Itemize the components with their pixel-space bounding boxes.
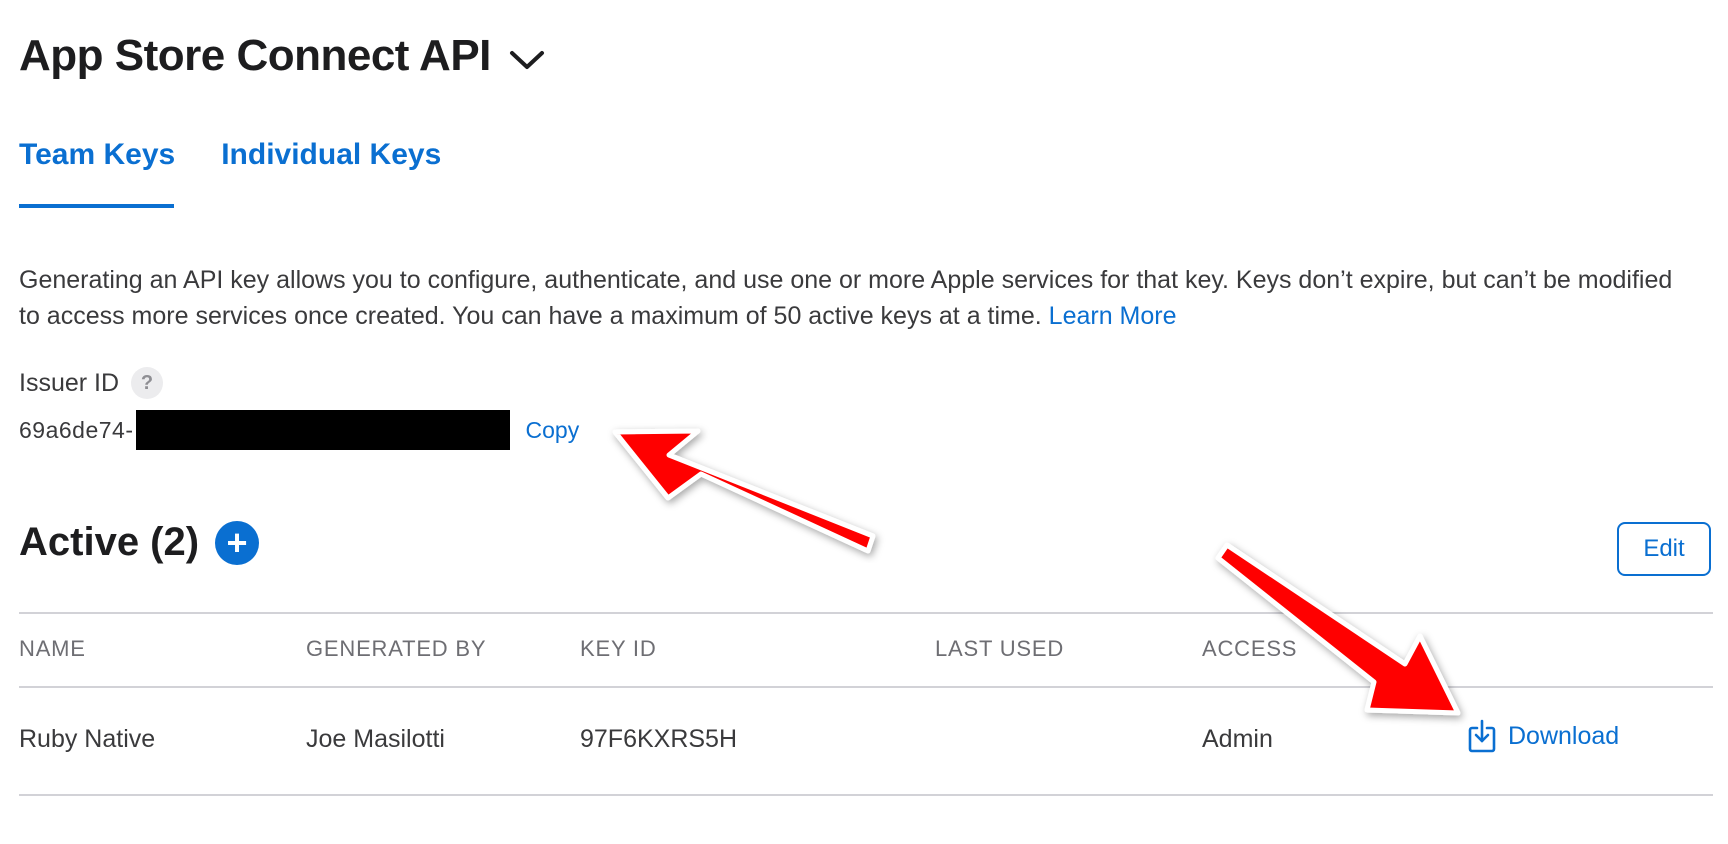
download-button[interactable]: Download — [1468, 719, 1619, 753]
tab-individual-keys[interactable]: Individual Keys — [221, 135, 441, 175]
column-header-name: NAME — [19, 636, 86, 661]
active-tab-indicator — [19, 204, 174, 208]
column-header-generated-by: GENERATED BY — [306, 636, 487, 661]
download-icon — [1468, 719, 1496, 753]
download-label: Download — [1508, 721, 1620, 750]
active-section-header: Active (2) + — [19, 520, 260, 565]
description-text: Generating an API key allows you to conf… — [19, 266, 1673, 330]
redaction-bar — [135, 410, 510, 450]
table-bottom-divider — [19, 794, 1713, 796]
issuer-label-row: Issuer ID ? — [19, 367, 164, 399]
issuer-id-value: 69a6de74- — [19, 416, 134, 443]
page-title: App Store Connect API — [19, 31, 491, 80]
cell-generated-by: Joe Masilotti — [306, 725, 445, 753]
cell-access: Admin — [1202, 725, 1273, 753]
issuer-id-label: Issuer ID — [19, 368, 120, 397]
plus-icon[interactable]: + — [215, 520, 260, 565]
question-icon[interactable]: ? — [131, 367, 164, 399]
cell-key-id: 97F6KXRS5H — [580, 725, 738, 753]
description: Generating an API key allows you to conf… — [19, 262, 1699, 334]
edit-button[interactable]: Edit — [1617, 522, 1711, 576]
cell-name: Ruby Native — [19, 725, 156, 753]
learn-more-link[interactable]: Learn More — [1049, 302, 1177, 330]
tab-team-keys[interactable]: Team Keys — [19, 135, 175, 175]
issuer-value-row: 69a6de74- Copy — [19, 410, 579, 450]
column-header-access: ACCESS — [1202, 636, 1298, 661]
api-keys-page: App Store Connect API Team Keys Individu… — [0, 0, 1728, 844]
table-header-divider — [19, 686, 1713, 688]
chevron-down-icon[interactable] — [509, 48, 545, 72]
column-header-key-id: KEY ID — [580, 636, 657, 661]
active-keys-title: Active (2) — [19, 520, 200, 564]
title-row: App Store Connect API — [19, 30, 545, 82]
arrow-to-copy — [612, 428, 876, 554]
column-header-last-used: LAST USED — [935, 636, 1065, 661]
tab-bar: Team Keys Individual Keys — [19, 135, 441, 175]
copy-button[interactable]: Copy — [526, 417, 580, 444]
table-top-divider — [19, 612, 1713, 614]
